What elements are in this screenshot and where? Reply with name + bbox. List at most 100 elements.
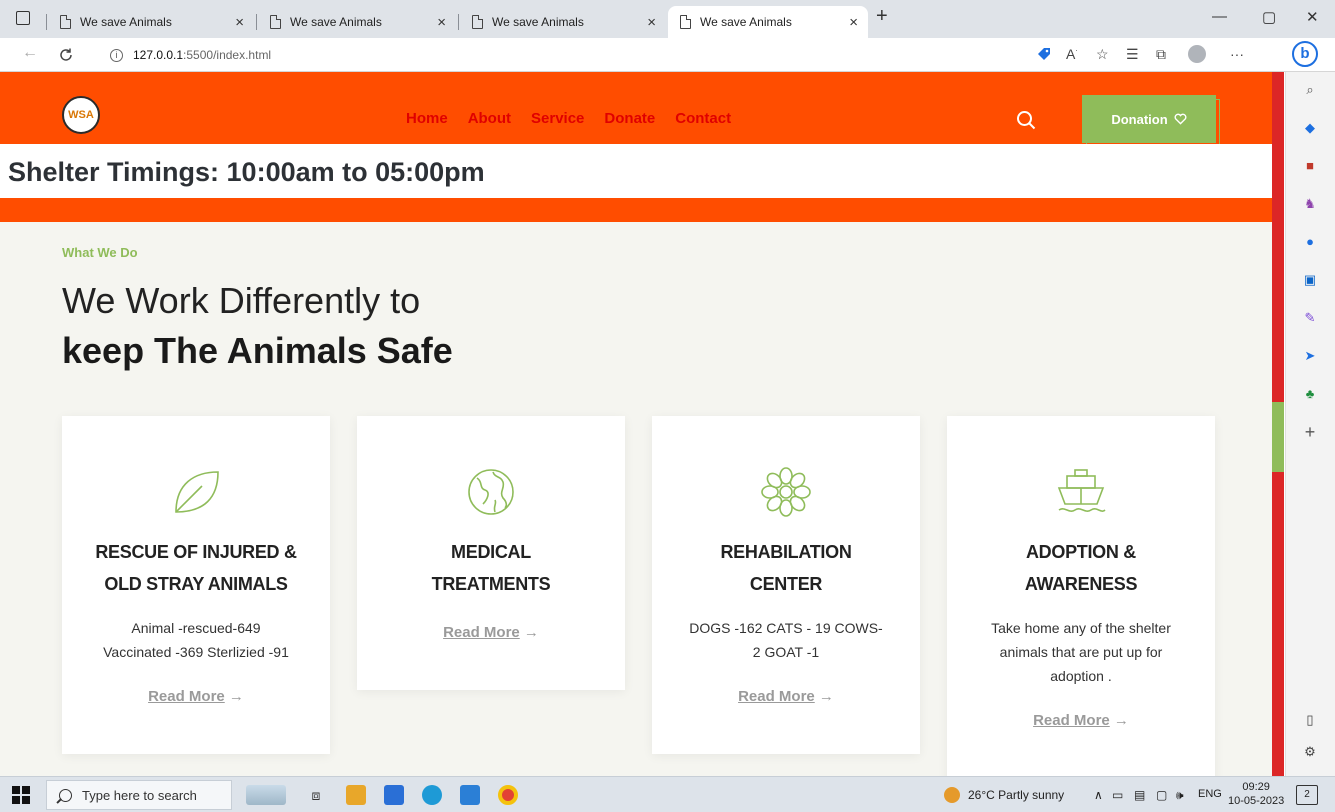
notification-center-icon[interactable]: 2 bbox=[1296, 785, 1318, 805]
scrollbar-thumb[interactable] bbox=[1272, 402, 1284, 472]
read-more-label: Read More bbox=[443, 624, 520, 641]
page-icon bbox=[270, 15, 281, 29]
donation-label: Donation bbox=[1111, 111, 1168, 127]
profile-avatar[interactable] bbox=[1188, 45, 1206, 63]
tab-separator bbox=[458, 14, 459, 30]
arrow-right-icon: → bbox=[523, 624, 539, 641]
more-menu-icon[interactable]: ··· bbox=[1230, 46, 1244, 62]
shelter-timings-bar: Shelter Timings: 10:00am to 05:00pm bbox=[0, 144, 1272, 198]
windows-start-icon[interactable] bbox=[12, 786, 30, 804]
card-text-line: Vaccinated -369 Sterlizied -91 bbox=[103, 644, 289, 660]
outlook-icon[interactable]: ▣ bbox=[1302, 272, 1318, 288]
section-tag: What We Do bbox=[62, 245, 138, 260]
office-icon[interactable]: ● bbox=[1302, 234, 1318, 250]
weather-text[interactable]: 26°C Partly sunny bbox=[968, 788, 1064, 802]
read-more-link[interactable]: Read More → bbox=[652, 688, 920, 705]
url-field[interactable]: i 127.0.0.1:5500/index.html bbox=[96, 43, 1271, 67]
browser-tab-1[interactable]: We save Animals × bbox=[48, 6, 254, 38]
browser-tab-4-active[interactable]: We save Animals × bbox=[668, 6, 868, 38]
service-card-rescue: RESCUE OF INJURED & OLD STRAY ANIMALS An… bbox=[62, 416, 330, 754]
display-icon[interactable]: ▢ bbox=[1156, 788, 1167, 802]
volume-icon[interactable]: 🕪 bbox=[1176, 788, 1184, 803]
tab-separator bbox=[256, 14, 257, 30]
network-icon[interactable]: ▤ bbox=[1134, 788, 1145, 802]
browser-tab-3[interactable]: We save Animals × bbox=[460, 6, 666, 38]
refresh-icon[interactable] bbox=[58, 47, 74, 63]
card-title-line: CENTER bbox=[749, 574, 823, 594]
card-title-line: AWARENESS bbox=[1024, 574, 1138, 594]
task-view-icon[interactable]: ⧈ bbox=[306, 785, 326, 805]
read-more-link[interactable]: Read More → bbox=[357, 624, 625, 641]
browser-sidebar: ⌕ ◆ ■ ♞ ● ▣ ✎ ➤ ♣ + ▯ ⚙ bbox=[1285, 72, 1335, 776]
tools-icon[interactable]: ■ bbox=[1302, 158, 1318, 174]
info-icon[interactable]: i bbox=[110, 48, 123, 62]
favorites-icon[interactable]: ☰ bbox=[1126, 46, 1139, 63]
close-icon[interactable]: × bbox=[849, 14, 858, 31]
url-host: 127.0.0.1 bbox=[133, 48, 184, 62]
minimize-button[interactable]: — bbox=[1212, 8, 1227, 25]
page-scrollbar[interactable] bbox=[1272, 72, 1284, 776]
shopping-tag-icon[interactable]: ◆ bbox=[1302, 120, 1318, 136]
logo-text: WSA bbox=[68, 109, 94, 121]
heart-icon bbox=[1174, 113, 1187, 125]
read-more-label: Read More bbox=[738, 688, 815, 705]
tag-icon[interactable] bbox=[1036, 46, 1052, 62]
donation-button[interactable]: Donation bbox=[1082, 95, 1216, 143]
tree-icon[interactable]: ♣ bbox=[1302, 386, 1318, 402]
back-arrow-icon[interactable]: ← bbox=[22, 44, 38, 62]
favorite-add-icon[interactable]: ☆ bbox=[1096, 46, 1109, 63]
taskbar-search-input[interactable]: Type here to search bbox=[46, 780, 232, 810]
nav-service[interactable]: Service bbox=[531, 110, 584, 127]
add-icon[interactable]: + bbox=[1302, 423, 1318, 441]
card-title-line: MEDICAL bbox=[451, 542, 531, 562]
close-icon[interactable]: × bbox=[647, 14, 656, 31]
nav-about[interactable]: About bbox=[468, 110, 511, 127]
gear-icon[interactable]: ⚙ bbox=[1302, 744, 1318, 760]
read-more-link[interactable]: Read More → bbox=[947, 712, 1215, 729]
tab-actions-icon[interactable] bbox=[16, 11, 30, 25]
search-icon[interactable]: ⌕ bbox=[1302, 82, 1318, 98]
nav-contact[interactable]: Contact bbox=[675, 110, 731, 127]
collections-icon[interactable]: ⧉ bbox=[1156, 46, 1166, 63]
send-icon[interactable]: ➤ bbox=[1302, 348, 1318, 364]
browser-tab-2[interactable]: We save Animals × bbox=[258, 6, 456, 38]
chrome-icon[interactable] bbox=[498, 785, 518, 805]
mail-icon[interactable] bbox=[384, 785, 404, 805]
close-window-button[interactable]: ✕ bbox=[1306, 8, 1319, 26]
close-icon[interactable]: × bbox=[235, 14, 244, 31]
close-icon[interactable]: × bbox=[437, 14, 446, 31]
browser-tab-strip: We save Animals × We save Animals × We s… bbox=[0, 0, 1335, 38]
vscode-icon[interactable] bbox=[460, 785, 480, 805]
read-aloud-icon[interactable]: Aᐧ bbox=[1066, 46, 1077, 62]
games-icon[interactable]: ♞ bbox=[1302, 196, 1318, 212]
search-icon[interactable] bbox=[1016, 110, 1036, 130]
nav-home[interactable]: Home bbox=[406, 110, 448, 127]
battery-icon[interactable]: ▭ bbox=[1112, 788, 1123, 802]
shelter-timings-text: Shelter Timings: 10:00am to 05:00pm bbox=[8, 157, 485, 187]
restore-button[interactable]: ▢ bbox=[1262, 8, 1276, 26]
tray-chevron-icon[interactable]: ∧ bbox=[1094, 788, 1103, 802]
page-icon bbox=[60, 15, 71, 29]
language-indicator[interactable]: ENG bbox=[1198, 788, 1222, 800]
designer-icon[interactable]: ✎ bbox=[1302, 310, 1318, 326]
site-logo[interactable]: WSA bbox=[62, 96, 100, 134]
edge-icon[interactable] bbox=[422, 785, 442, 805]
clock-time: 09:29 bbox=[1242, 781, 1270, 793]
url-path: :5500/index.html bbox=[183, 48, 272, 62]
notification-count: 2 bbox=[1304, 789, 1310, 800]
nav-donate[interactable]: Donate bbox=[604, 110, 655, 127]
new-tab-button[interactable]: + bbox=[876, 5, 888, 28]
arrow-right-icon: → bbox=[818, 688, 834, 705]
file-explorer-icon[interactable] bbox=[346, 785, 366, 805]
sidebar-toggle-icon[interactable]: ▯ bbox=[1302, 712, 1318, 728]
card-title-line: TREATMENTS bbox=[431, 574, 551, 594]
read-more-link[interactable]: Read More → bbox=[62, 688, 330, 705]
weather-widget-image[interactable] bbox=[246, 785, 286, 805]
system-clock[interactable]: 09:29 10-05-2023 bbox=[1228, 780, 1284, 808]
card-title: REHABILATION CENTER bbox=[652, 536, 920, 600]
card-text-line: Take home any of the shelter bbox=[991, 620, 1171, 636]
clock-date: 10-05-2023 bbox=[1228, 795, 1285, 807]
card-text-line: DOGS -162 CATS - 19 COWS- bbox=[689, 620, 883, 636]
windows-taskbar: Type here to search ⧈ 26°C Partly sunny … bbox=[0, 776, 1335, 812]
bing-chat-icon[interactable]: b bbox=[1292, 41, 1318, 67]
